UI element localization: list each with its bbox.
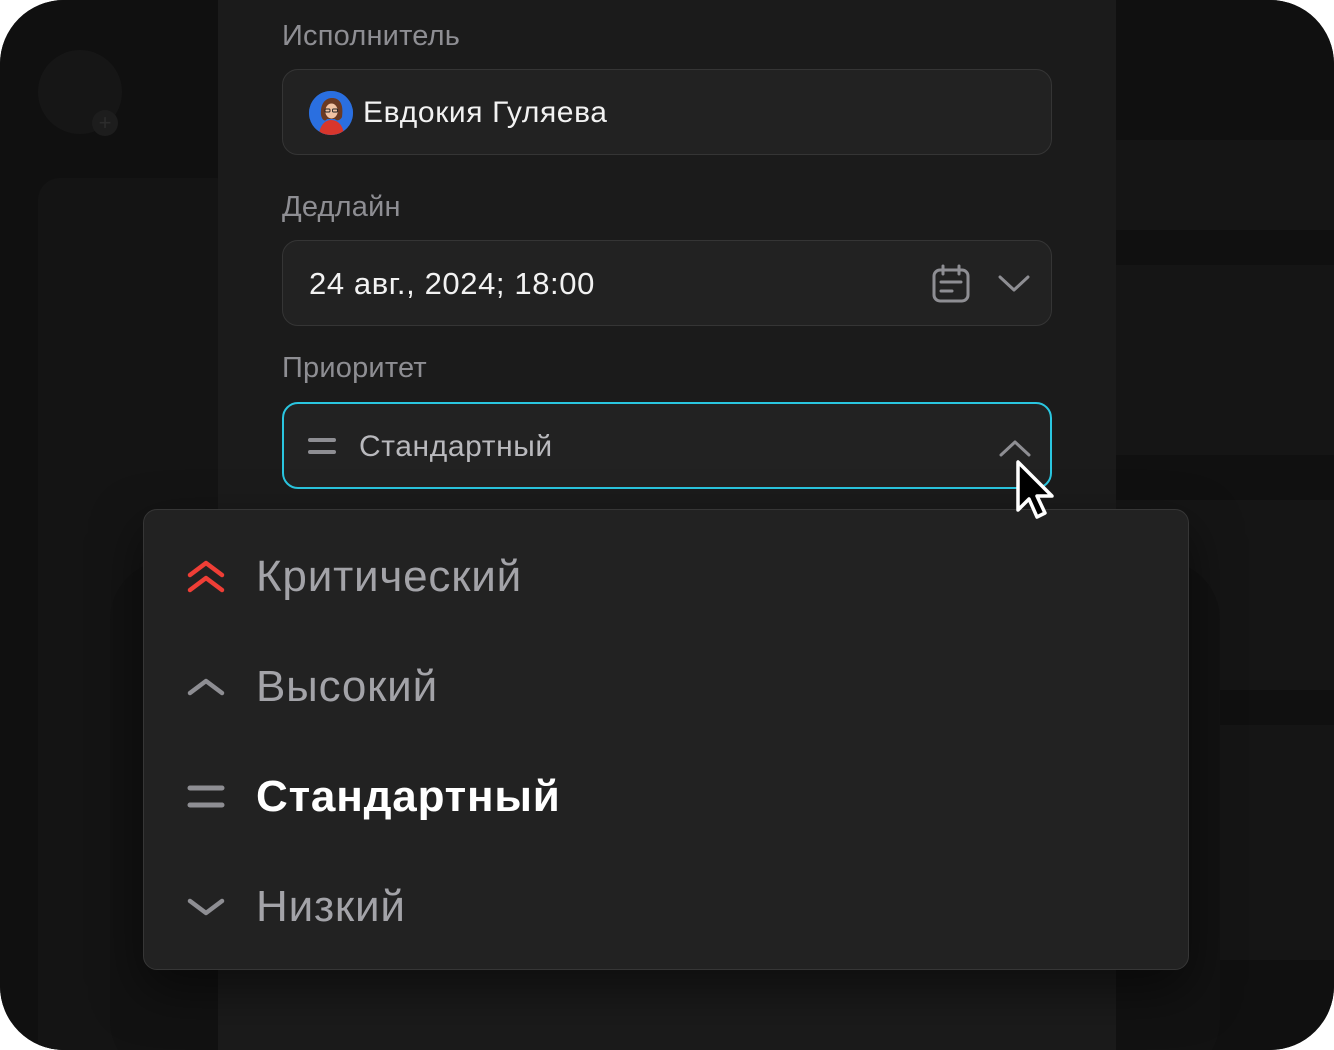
app-window: + Исполнитель Евдокия Гуляева Дедлайн 24… bbox=[0, 0, 1334, 1050]
chevron-up-icon bbox=[187, 678, 225, 696]
equals-icon bbox=[187, 785, 225, 808]
background-row bbox=[1116, 265, 1334, 455]
priority-dropdown-menu: Критический Высокий Стандартный Низкий bbox=[143, 509, 1189, 970]
option-label: Критический bbox=[256, 552, 523, 601]
equals-icon bbox=[308, 438, 336, 454]
deadline-value: 24 авг., 2024; 18:00 bbox=[309, 266, 595, 301]
option-label: Высокий bbox=[256, 662, 438, 711]
option-label: Стандартный bbox=[256, 772, 561, 821]
priority-option-low[interactable]: Низкий bbox=[144, 852, 1187, 962]
calendar-icon[interactable] bbox=[931, 264, 971, 304]
priority-option-critical[interactable]: Критический bbox=[144, 522, 1187, 632]
chevron-down-icon[interactable] bbox=[997, 271, 1031, 295]
double-chevron-up-icon bbox=[187, 560, 225, 593]
background-row bbox=[1116, 140, 1334, 230]
priority-select[interactable]: Стандартный bbox=[282, 402, 1052, 489]
chevron-down-icon bbox=[187, 898, 225, 916]
assignee-label: Исполнитель bbox=[282, 20, 461, 52]
deadline-field[interactable]: 24 авг., 2024; 18:00 bbox=[282, 240, 1052, 326]
priority-value: Стандартный bbox=[359, 430, 553, 463]
user-avatar bbox=[309, 91, 353, 135]
deadline-label: Дедлайн bbox=[282, 191, 401, 223]
priority-option-high[interactable]: Высокий bbox=[144, 632, 1187, 742]
plus-icon: + bbox=[92, 110, 118, 136]
mouse-cursor-icon bbox=[1016, 460, 1054, 519]
assignee-field[interactable]: Евдокия Гуляева bbox=[282, 69, 1052, 155]
priority-option-standard[interactable]: Стандартный bbox=[144, 742, 1187, 852]
priority-label: Приоритет bbox=[282, 352, 427, 384]
option-label: Низкий bbox=[256, 882, 406, 931]
assignee-name: Евдокия Гуляева bbox=[363, 96, 608, 129]
chevron-up-icon[interactable] bbox=[998, 436, 1032, 460]
